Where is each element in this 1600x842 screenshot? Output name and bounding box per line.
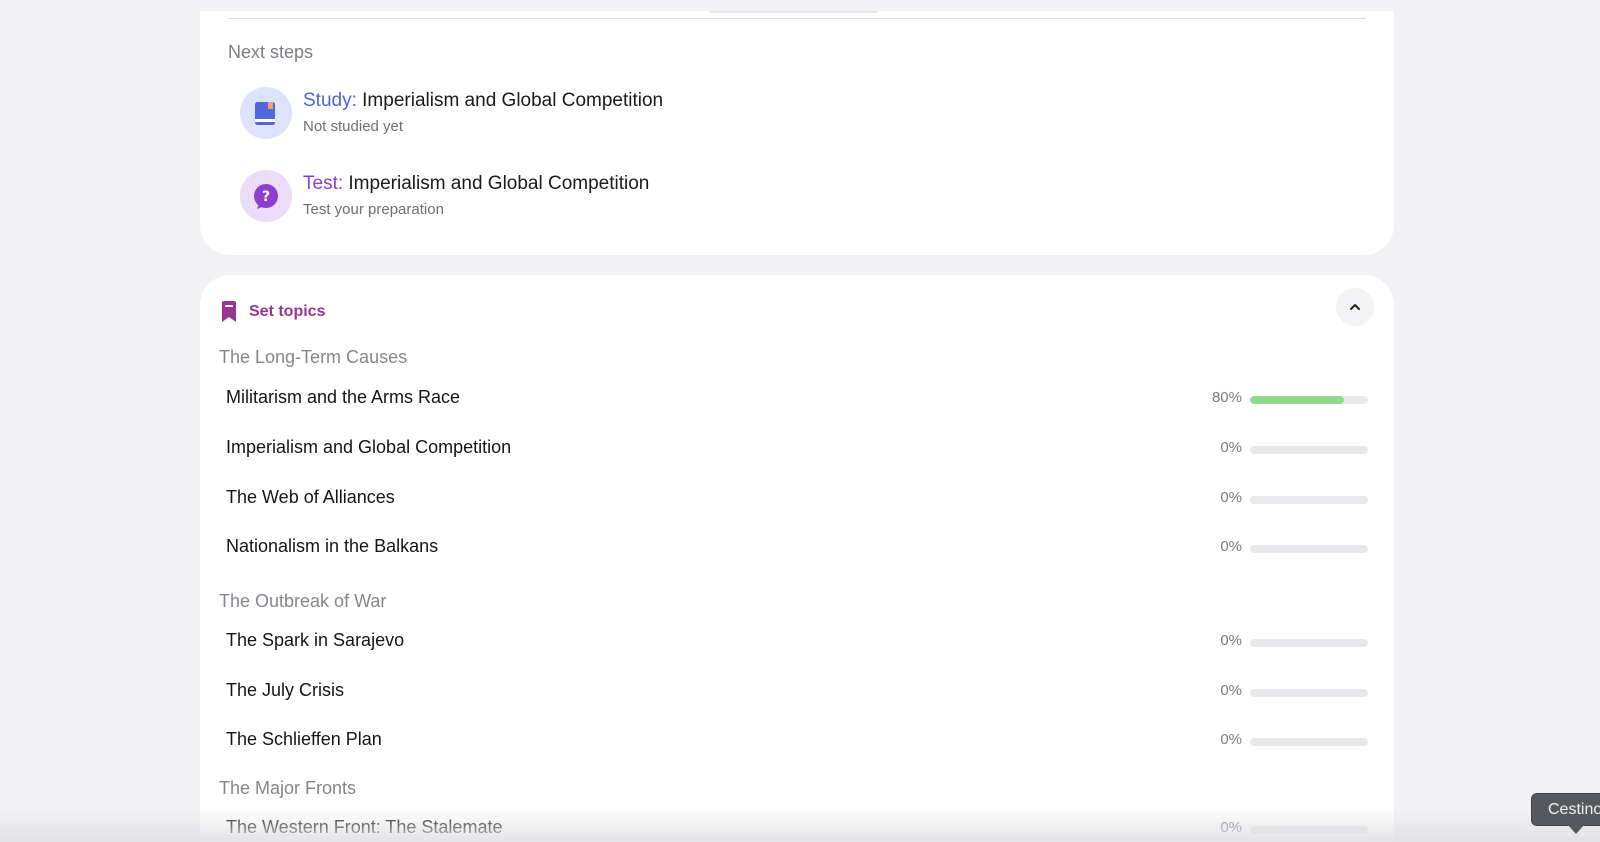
section-title: The Long-Term Causes [219, 347, 408, 367]
svg-text:?: ? [262, 189, 270, 205]
step-topic: Imperialism and Global Competition [362, 90, 664, 111]
progress-bar [1250, 446, 1368, 454]
set-topics-label: Set topics [249, 303, 326, 320]
topic-percent: 0% [1220, 439, 1242, 456]
topic-row[interactable]: Nationalism in the Balkans 0% [226, 534, 1368, 562]
topic-percent: 0% [1220, 819, 1242, 836]
topic-percent: 0% [1220, 489, 1242, 506]
progress-bar [1250, 689, 1368, 697]
set-topics-header: Set topics [220, 301, 420, 325]
topic-percent: 0% [1220, 682, 1242, 699]
topic-row[interactable]: The Western Front: The Stalemate 0% [226, 815, 1368, 842]
topic-name: The Western Front: The Stalemate [226, 817, 503, 837]
section-title: The Major Fronts [219, 778, 357, 798]
topic-row[interactable]: The July Crisis 0% [226, 678, 1368, 706]
topic-percent: 0% [1220, 632, 1242, 649]
topic-name: The Web of Alliances [226, 487, 395, 507]
book-icon [240, 87, 292, 139]
step-kind-label: Study: [303, 90, 357, 111]
tooltip-arrow [1568, 825, 1584, 834]
topic-percent: 80% [1211, 389, 1242, 406]
topic-percent: 0% [1220, 538, 1242, 555]
topic-percent: 0% [1220, 731, 1242, 748]
divider [228, 18, 1366, 19]
set-topics-card: Set topics The Long-Term Causes Militari… [200, 275, 1394, 842]
next-step-study-heading: Study: Imperialism and Global Competitio… [303, 90, 663, 112]
step-subtitle: Not studied yet [303, 118, 404, 135]
step-kind-label: Test: [303, 173, 344, 194]
topic-row[interactable]: Imperialism and Global Competition 0% [226, 435, 1368, 463]
next-steps-title: Next steps [228, 42, 314, 62]
step-topic: Imperialism and Global Competition [348, 173, 650, 194]
topic-row[interactable]: The Web of Alliances 0% [226, 485, 1368, 513]
topic-row[interactable]: The Spark in Sarajevo 0% [226, 628, 1368, 656]
topic-name: The July Crisis [226, 680, 345, 700]
next-step-test[interactable]: ? Test: Imperialism and Global Competiti… [240, 170, 940, 224]
question-bubble-icon: ? [240, 170, 292, 222]
chevron-up-icon [1349, 298, 1361, 316]
section-title: The Outbreak of War [219, 591, 387, 611]
topic-row[interactable]: Militarism and the Arms Race 80% [226, 385, 1368, 413]
collapse-button[interactable] [1336, 288, 1374, 326]
next-steps-card: Next steps Study: Imperialism and Global… [200, 11, 1394, 255]
topic-name: Militarism and the Arms Race [226, 387, 461, 407]
bookmark-icon [220, 301, 238, 328]
topic-name: The Spark in Sarajevo [226, 630, 405, 650]
progress-bar [1250, 496, 1368, 504]
step-subtitle: Test your preparation [303, 201, 444, 218]
top-tab-indicator [710, 11, 878, 13]
topic-name: Nationalism in the Balkans [226, 536, 439, 556]
progress-bar [1250, 545, 1368, 553]
tooltip: Cestino [1531, 793, 1600, 826]
next-step-test-heading: Test: Imperialism and Global Competition [303, 173, 649, 195]
topic-row[interactable]: The Schlieffen Plan 0% [226, 727, 1368, 755]
topic-name: The Schlieffen Plan [226, 729, 382, 749]
progress-bar [1250, 639, 1368, 647]
progress-fill [1250, 396, 1345, 404]
topic-name: Imperialism and Global Competition [226, 437, 512, 457]
next-step-study[interactable]: Study: Imperialism and Global Competitio… [240, 87, 940, 141]
progress-bar [1250, 738, 1368, 746]
progress-bar [1250, 396, 1368, 404]
progress-bar [1250, 826, 1368, 834]
